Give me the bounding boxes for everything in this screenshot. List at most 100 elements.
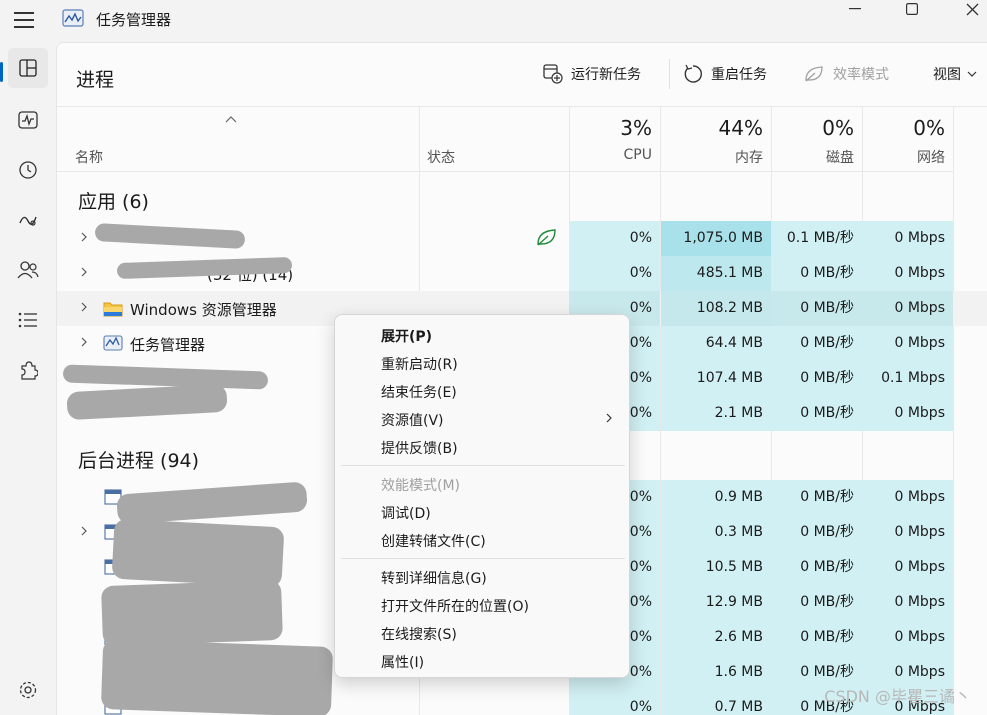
memory-cell: 1.6 MB — [661, 655, 771, 690]
network-cell: 0 Mbps — [862, 326, 953, 361]
apps-section-title: 应用 (6) — [78, 191, 149, 213]
nav-details[interactable] — [8, 300, 48, 340]
nav-settings[interactable] — [8, 670, 48, 710]
nav-services[interactable] — [8, 350, 48, 390]
menu-item-go-to-details[interactable]: 转到详细信息(G) — [381, 568, 487, 588]
network-cell: 0 Mbps — [862, 515, 953, 550]
task-manager-app-icon — [62, 9, 84, 27]
settings-gear-icon — [19, 681, 37, 699]
context-menu: 展开(P) 重新启动(R) 结束任务(E) 资源值(V) 提供反馈(B) 效能模… — [334, 314, 630, 678]
disk-cell: 0 MB/秒 — [771, 361, 862, 396]
nav-performance[interactable] — [8, 100, 48, 140]
expand-chevron-icon[interactable] — [79, 232, 89, 242]
details-list-icon — [18, 312, 37, 328]
nav-startup-apps[interactable] — [8, 200, 48, 240]
disk-cell: 0 MB/秒 — [771, 585, 862, 620]
active-indicator — [0, 62, 3, 82]
network-cell: 0 Mbps — [862, 585, 953, 620]
network-cell: 0 Mbps — [862, 550, 953, 585]
close-button[interactable] — [949, 0, 987, 18]
run-new-task-label: 运行新任务 — [571, 67, 641, 83]
processes-icon — [19, 59, 37, 77]
menu-separator — [341, 465, 625, 466]
network-cell: 0 Mbps — [862, 480, 953, 515]
nav-users[interactable] — [8, 250, 48, 290]
command-bar: 进程 运行新任务 重启任务 效率模式 视图 — [57, 43, 987, 107]
network-total: 0% — [913, 116, 945, 140]
column-header-disk[interactable]: 0% 磁盘 — [771, 107, 862, 172]
nav-app-history[interactable] — [8, 150, 48, 190]
process-name: Windows 资源管理器 — [130, 301, 277, 319]
expand-chevron-icon[interactable] — [79, 267, 89, 277]
menu-item-end-task[interactable]: 结束任务(E) — [381, 382, 457, 402]
menu-item-efficiency-mode[interactable]: 效能模式(M) — [381, 475, 460, 495]
disk-cell: 0 MB/秒 — [771, 326, 862, 361]
cpu-total: 3% — [620, 116, 652, 140]
efficiency-mode-button[interactable]: 效率模式 — [803, 64, 889, 84]
menu-item-restart[interactable]: 重新启动(R) — [381, 354, 458, 374]
network-cell: 0 Mbps — [862, 396, 953, 431]
redaction-mark — [101, 579, 283, 647]
cpu-cell: 0% — [569, 221, 660, 256]
process-name: 任务管理器 — [130, 336, 206, 354]
column-header-memory[interactable]: 44% 内存 — [660, 107, 771, 172]
column-header-cpu[interactable]: 3% CPU — [569, 107, 660, 172]
memory-column-label: 内存 — [735, 150, 763, 166]
nav-processes[interactable] — [8, 48, 48, 88]
app-title: 任务管理器 — [96, 11, 172, 29]
memory-total: 44% — [718, 116, 763, 140]
menu-item-resource-values[interactable]: 资源值(V) — [381, 410, 444, 430]
hamburger-menu-icon[interactable] — [14, 12, 34, 28]
menu-item-properties[interactable]: 属性(I) — [381, 652, 424, 672]
network-column-label: 网络 — [917, 150, 945, 166]
menu-item-search-online[interactable]: 在线搜索(S) — [381, 624, 457, 644]
disk-cell: 0 MB/秒 — [771, 291, 862, 326]
users-icon — [17, 261, 39, 279]
redaction-mark — [100, 639, 334, 715]
menu-item-create-dump[interactable]: 创建转储文件(C) — [381, 531, 486, 551]
network-cell: 0 Mbps — [862, 291, 953, 326]
name-column-label: 名称 — [75, 150, 103, 166]
memory-cell: 64.4 MB — [661, 326, 771, 361]
submenu-chevron-right-icon — [606, 413, 612, 423]
run-new-task-button[interactable]: 运行新任务 — [543, 64, 641, 84]
background-section-title: 后台进程 (94) — [78, 450, 200, 472]
column-header-network[interactable]: 0% 网络 — [862, 107, 953, 172]
column-header-status[interactable]: 状态 — [419, 107, 569, 172]
command-separator — [669, 59, 670, 89]
expand-chevron-icon[interactable] — [79, 337, 89, 347]
close-icon — [966, 3, 978, 15]
maximize-icon — [906, 3, 918, 15]
menu-item-expand[interactable]: 展开(P) — [381, 326, 432, 346]
expand-chevron-icon[interactable] — [79, 302, 89, 312]
menu-item-feedback[interactable]: 提供反馈(B) — [381, 438, 458, 458]
maximize-button[interactable] — [889, 0, 935, 18]
network-cell: 0.1 Mbps — [862, 361, 953, 396]
memory-cell: 0.9 MB — [661, 480, 771, 515]
memory-cell: 0.7 MB — [661, 690, 771, 715]
menu-item-debug[interactable]: 调试(D) — [381, 503, 431, 523]
memory-cell: 1,075.0 MB — [661, 221, 771, 256]
cpu-cell: 0% — [569, 256, 660, 291]
disk-cell: 0 MB/秒 — [771, 256, 862, 291]
memory-cell: 485.1 MB — [661, 256, 771, 291]
cpu-cell: 0% — [569, 690, 660, 715]
restart-task-label: 重启任务 — [711, 67, 767, 83]
disk-cell: 0 MB/秒 — [771, 515, 862, 550]
expand-chevron-icon[interactable] — [79, 526, 89, 536]
title-bar: 任务管理器 — [0, 0, 987, 42]
menu-item-open-file-location[interactable]: 打开文件所在的位置(O) — [381, 596, 529, 616]
run-new-task-icon — [543, 64, 563, 84]
network-cell: 0 Mbps — [862, 221, 953, 256]
minimize-button[interactable] — [832, 0, 878, 18]
disk-total: 0% — [822, 116, 854, 140]
disk-column-label: 磁盘 — [826, 150, 854, 166]
disk-cell: 0 MB/秒 — [771, 620, 862, 655]
memory-cell: 2.1 MB — [661, 396, 771, 431]
restart-task-button[interactable]: 重启任务 — [683, 64, 767, 84]
efficiency-mode-label: 效率模式 — [833, 67, 889, 83]
column-header-name[interactable]: 名称 — [57, 107, 419, 172]
task-manager-icon — [103, 335, 123, 351]
menu-separator — [341, 558, 625, 559]
view-dropdown[interactable]: 视图 — [933, 64, 977, 84]
